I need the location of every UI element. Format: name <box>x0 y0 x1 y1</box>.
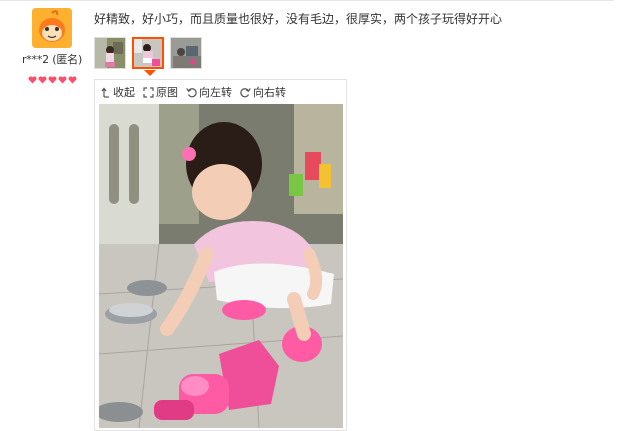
review-photo-large[interactable] <box>99 104 343 428</box>
rotate-left-button[interactable]: 向左转 <box>186 84 232 100</box>
collapse-label: 收起 <box>113 86 135 99</box>
review-photo-thumbnail-3[interactable] <box>170 37 202 69</box>
reviewer-name: r***2 (匿名) <box>21 53 83 66</box>
rotate-left-label: 向左转 <box>199 86 232 99</box>
photo-viewer: 收起 原图 向左转 向右转 <box>94 79 347 431</box>
review-photo-thumbnail-2[interactable] <box>132 37 164 69</box>
original-image-button[interactable]: 原图 <box>143 84 178 100</box>
review-photo-thumbnail-1[interactable] <box>94 37 126 69</box>
rotate-left-icon <box>186 87 197 97</box>
rotate-right-button[interactable]: 向右转 <box>240 84 286 100</box>
heart-level-icon <box>58 69 67 84</box>
heart-level-icon <box>48 69 57 84</box>
top-divider <box>0 0 614 1</box>
review-text: 好精致，好小巧，而且质量也很好，没有毛边，很厚实，两个孩子玩得好开心 <box>94 12 503 26</box>
heart-level-icon <box>68 69 77 84</box>
heart-level-icon <box>28 69 37 84</box>
rotate-right-label: 向右转 <box>253 86 286 99</box>
selected-thumbnail-indicator <box>144 70 156 76</box>
rotate-right-icon <box>240 87 251 97</box>
photo-toolbar: 收起 原图 向左转 向右转 <box>95 80 346 104</box>
original-image-label: 原图 <box>156 86 178 99</box>
reviewer-level <box>18 69 86 84</box>
heart-level-icon <box>38 69 47 84</box>
reviewer-info: r***2 (匿名) <box>18 8 86 84</box>
collapse-icon <box>101 87 109 98</box>
taobao-doll-avatar-icon[interactable] <box>32 8 72 48</box>
review-thumbnails <box>94 37 202 69</box>
expand-icon <box>143 86 154 98</box>
collapse-button[interactable]: 收起 <box>101 84 135 100</box>
